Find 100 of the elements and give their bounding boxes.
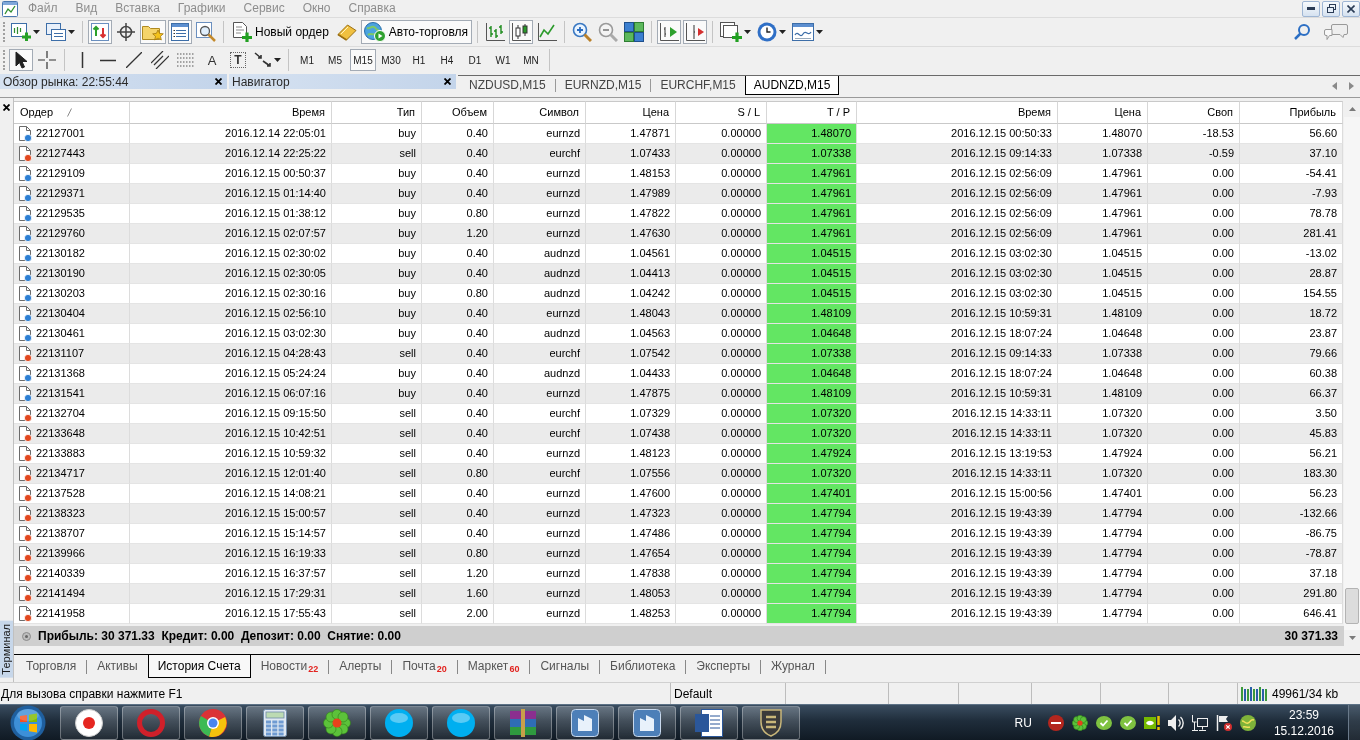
close-button[interactable]: [442, 76, 453, 87]
toolbar-button[interactable]: [718, 20, 754, 44]
column-header[interactable]: Символ: [494, 101, 586, 124]
taskbar-button[interactable]: [680, 705, 738, 740]
toolbar-button[interactable]: [194, 20, 218, 44]
table-cell: 1.47600: [586, 484, 676, 504]
toolbar-button[interactable]: [535, 20, 560, 44]
terminal-tab[interactable]: История Счета: [147, 655, 251, 678]
terminal-tab[interactable]: Торговля: [16, 655, 87, 678]
chart-tab[interactable]: EURCHF,M15: [651, 76, 745, 95]
column-header[interactable]: Время: [130, 101, 332, 124]
chat-icon[interactable]: [1324, 24, 1348, 40]
table-cell: 66.37: [1240, 384, 1343, 404]
chart-tab[interactable]: EURNZD,M15: [555, 76, 651, 95]
table-cell: 1.04515: [767, 244, 857, 264]
restore-button[interactable]: [1322, 0, 1340, 17]
toolbar-button[interactable]: T: [226, 49, 250, 71]
zoom-in-button[interactable]: [570, 20, 595, 44]
taskbar-button[interactable]: [742, 705, 800, 740]
close-button[interactable]: [1342, 0, 1360, 17]
toolbar-button[interactable]: [148, 49, 172, 71]
timeframe-button[interactable]: H4: [434, 49, 460, 71]
globe-icon[interactable]: [1239, 714, 1256, 731]
terminal-tab[interactable]: Активы: [87, 655, 148, 678]
left-arrow-icon[interactable]: [1332, 82, 1337, 90]
scrollbar-thumb[interactable]: [1345, 588, 1359, 624]
timeframe-button[interactable]: M5: [322, 49, 348, 71]
taskbar-button[interactable]: [556, 705, 614, 740]
toolbar-button[interactable]: [657, 20, 682, 44]
minimize-button[interactable]: [1302, 0, 1320, 17]
table-cell: 1.04648: [1058, 324, 1148, 344]
toolbar-button[interactable]: [622, 20, 647, 44]
speaker-icon[interactable]: [1167, 714, 1184, 731]
column-header[interactable]: Цена: [586, 101, 676, 124]
table-cell: 0.00000: [676, 404, 767, 424]
new-chart-button[interactable]: [9, 20, 42, 44]
check-blob-icon[interactable]: [1095, 715, 1112, 730]
column-header[interactable]: Тип: [332, 101, 422, 124]
column-header[interactable]: Объем: [422, 101, 494, 124]
flower-icon[interactable]: [1071, 714, 1088, 731]
table-cell: 2016.12.15 19:43:39: [857, 504, 1058, 524]
disc-icon[interactable]: [1047, 714, 1064, 731]
column-header[interactable]: Прибыль: [1240, 101, 1343, 124]
chart-tab[interactable]: AUDNZD,M15: [744, 76, 840, 95]
down-arrow-icon: [1348, 636, 1356, 640]
toolbar-button[interactable]: A: [200, 49, 224, 71]
new-order-button[interactable]: Новый ордер: [229, 20, 333, 44]
auto-trading-button[interactable]: Авто-торговля: [360, 20, 473, 44]
panel-title: Навигатор: [232, 74, 290, 89]
terminal-tab[interactable]: Эксперты: [686, 655, 761, 678]
check-blob-icon[interactable]: [1119, 715, 1136, 730]
clock-time[interactable]: 23:59: [1288, 706, 1319, 723]
timeframe-button[interactable]: W1: [490, 49, 516, 71]
toolbar-button[interactable]: [114, 20, 138, 44]
timeframe-button[interactable]: H1: [406, 49, 432, 71]
flag-icon[interactable]: [1215, 714, 1232, 731]
column-header[interactable]: T / P: [767, 101, 857, 124]
disc-icon: [447, 708, 475, 737]
close-button[interactable]: [1, 102, 12, 113]
terminal-tab[interactable]: Алерты: [329, 655, 392, 678]
toolbar-button[interactable]: [9, 49, 33, 71]
taskbar-button[interactable]: [370, 705, 428, 740]
clock-date[interactable]: 15.12.2016: [1273, 722, 1334, 739]
taskbar-button[interactable]: [60, 705, 118, 740]
show-desktop-button[interactable]: [1348, 705, 1360, 740]
toolbar-button[interactable]: [755, 20, 789, 44]
column-header[interactable]: S / L: [676, 101, 767, 124]
right-arrow-icon[interactable]: [1349, 82, 1354, 90]
table-cell: eurnzd: [494, 544, 586, 564]
column-header[interactable]: Цена: [1058, 101, 1148, 124]
network-icon[interactable]: [1191, 714, 1208, 731]
toolbar-button[interactable]: [509, 20, 534, 44]
taskbar-button[interactable]: [494, 705, 552, 740]
timeframe-button[interactable]: MN: [518, 49, 544, 71]
language-indicator[interactable]: RU: [1014, 715, 1032, 730]
search-icon[interactable]: [1294, 24, 1310, 40]
toolbar-button[interactable]: [683, 20, 708, 44]
terminal-tab[interactable]: Журнал: [761, 655, 825, 678]
terminal-tab[interactable]: Сигналы: [530, 655, 600, 678]
timeframe-button[interactable]: M15: [350, 49, 376, 71]
column-header[interactable]: Своп: [1148, 101, 1240, 124]
profiles-button[interactable]: [44, 20, 77, 44]
toolbar-button[interactable]: [483, 20, 508, 44]
column-header[interactable]: Время: [857, 101, 1058, 124]
table-cell: -18.53: [1148, 124, 1240, 144]
table-cell: 1.47838: [586, 564, 676, 584]
close-button[interactable]: [213, 76, 224, 87]
timeframe-button[interactable]: D1: [462, 49, 488, 71]
timeframe-button[interactable]: M1: [294, 49, 320, 71]
taskbar-button[interactable]: [308, 705, 366, 740]
terminal-tab[interactable]: Библиотека: [600, 655, 686, 678]
taskbar-button[interactable]: [246, 705, 304, 740]
table-cell: 1.47794: [767, 584, 857, 604]
table-cell: 1.48109: [767, 384, 857, 404]
taskbar-button[interactable]: [618, 705, 676, 740]
chart-tab[interactable]: NZDUSD,M15: [460, 76, 555, 95]
taskbar-button[interactable]: [184, 705, 242, 740]
timeframe-button[interactable]: M30: [378, 49, 404, 71]
warning-chip-icon[interactable]: [1143, 715, 1160, 730]
taskbar-button[interactable]: [432, 705, 490, 740]
